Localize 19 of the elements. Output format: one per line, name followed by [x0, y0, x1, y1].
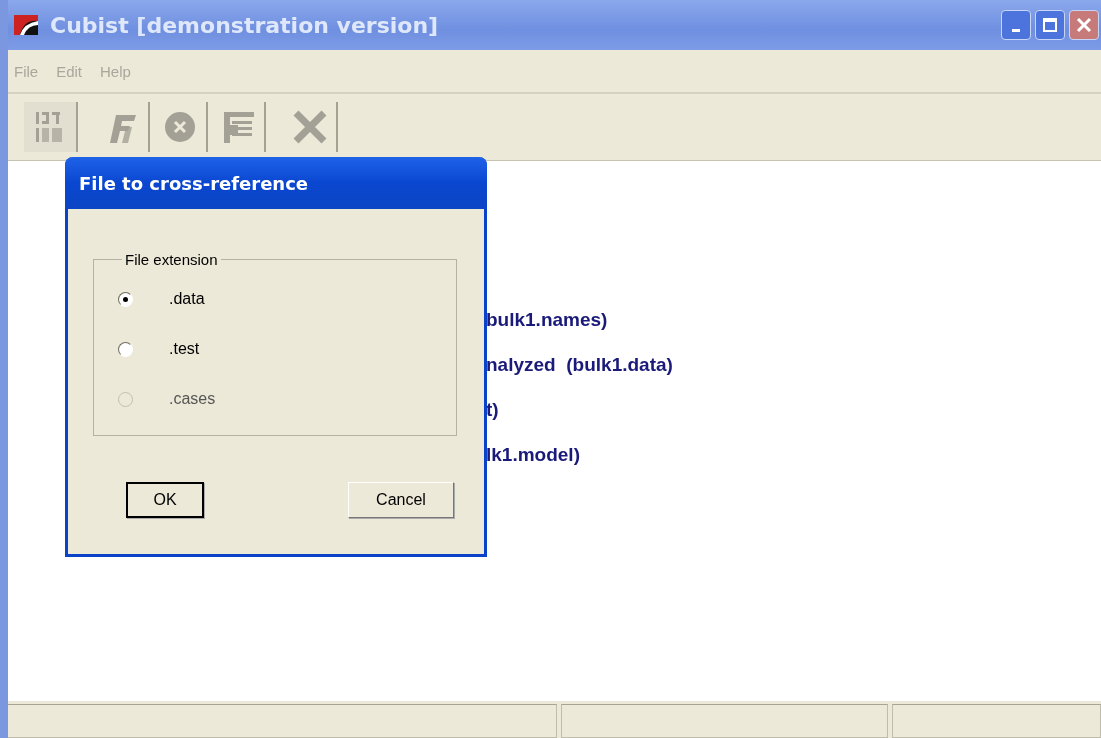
content-line: bulk1.names)	[486, 309, 609, 331]
content-line: nalyzed (bulk1.data)	[486, 354, 674, 376]
dialog-title: File to cross-reference	[79, 172, 309, 194]
radio-button[interactable]	[118, 341, 133, 357]
close-icon	[1075, 16, 1093, 34]
close-button[interactable]	[1069, 10, 1099, 40]
dialog-button[interactable]: Cancel	[348, 482, 454, 518]
group-label: File extension	[124, 251, 219, 268]
maximize-button[interactable]	[1035, 10, 1065, 40]
radio-label[interactable]: .data	[169, 290, 205, 308]
minimize-icon	[1012, 28, 1020, 32]
content-line: t)	[486, 399, 500, 421]
maximize-icon	[1042, 17, 1058, 33]
radio-button[interactable]	[118, 291, 133, 307]
dialog-button[interactable]: OK	[126, 482, 204, 518]
radio-label[interactable]: .test	[169, 340, 200, 358]
content-line: lk1.model)	[486, 444, 581, 466]
window-title: Cubist [demonstration version]	[50, 12, 439, 38]
minimize-button[interactable]	[1001, 10, 1031, 40]
